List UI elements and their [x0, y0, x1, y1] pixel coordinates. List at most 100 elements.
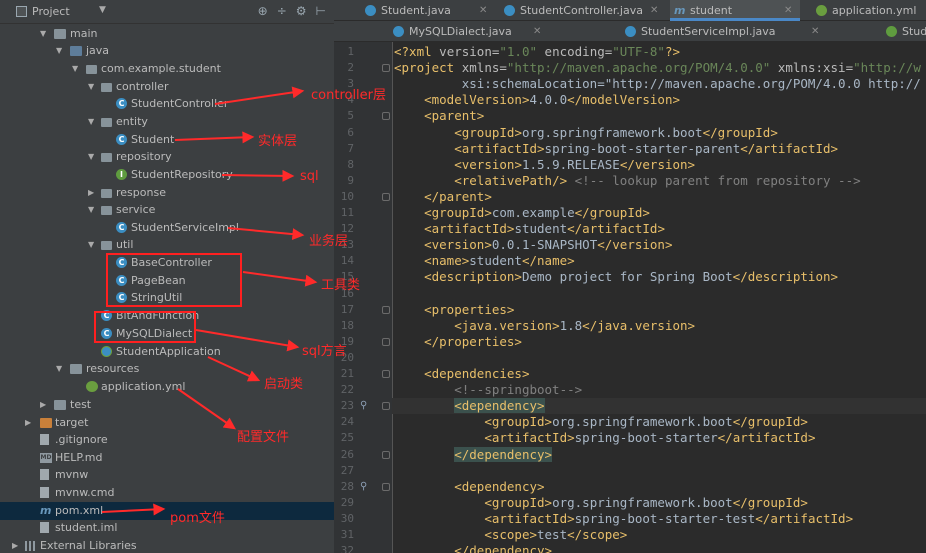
tree-item-student-iml[interactable]: student.iml	[0, 519, 334, 537]
expand-arrow-icon[interactable]: ▼	[40, 25, 46, 43]
code-editor[interactable]: <?xml version="1.0" encoding="UTF-8"?> <p…	[392, 42, 926, 553]
collapse-arrow-icon[interactable]: ▶	[88, 184, 94, 202]
fold-marker-icon[interactable]	[382, 337, 390, 346]
collapse-arrow-icon[interactable]: ▶	[25, 414, 31, 432]
code-line[interactable]: <groupId>org.springframework.boot</group…	[392, 495, 926, 511]
code-line[interactable]: <modelVersion>4.0.0</modelVersion>	[392, 92, 926, 108]
code-line[interactable]: <properties>	[392, 302, 926, 318]
tree-item-test[interactable]: ▶ test	[0, 396, 334, 414]
close-icon[interactable]: ✕	[784, 0, 792, 21]
divide-icon[interactable]: ÷	[277, 4, 287, 18]
tab-application-yml[interactable]: application.yml	[812, 0, 926, 21]
expand-arrow-icon[interactable]: ▼	[88, 148, 94, 166]
code-line[interactable]: <artifactId>student</artifactId>	[392, 221, 926, 237]
code-line[interactable]: <artifactId>spring-boot-starter</artifac…	[392, 430, 926, 446]
close-icon[interactable]: ✕	[650, 0, 658, 21]
collapse-arrow-icon[interactable]: ▶	[12, 537, 18, 553]
tab-student-service-impl-java[interactable]: StudentServiceImpl.java ✕	[621, 21, 821, 42]
close-icon[interactable]: ✕	[811, 21, 819, 42]
code-line[interactable]: <groupId>com.example</groupId>	[392, 205, 926, 221]
close-icon[interactable]: ✕	[533, 21, 541, 42]
yaml-icon	[816, 5, 827, 16]
code-line[interactable]: <dependency>	[392, 479, 926, 495]
code-line[interactable]: <?xml version="1.0" encoding="UTF-8"?>	[392, 44, 926, 60]
expand-arrow-icon[interactable]: ▼	[72, 60, 78, 78]
code-line[interactable]: <groupId>org.springframework.boot</group…	[392, 125, 926, 141]
tab-student-pom[interactable]: m student ✕	[670, 0, 800, 21]
code-line[interactable]	[392, 286, 926, 302]
code-line[interactable]: <description>Demo project for Spring Boo…	[392, 269, 926, 285]
fold-marker-icon[interactable]	[382, 112, 390, 121]
tree-item-service[interactable]: ▼ service	[0, 201, 334, 219]
code-line[interactable]: <version>0.0.1-SNAPSHOT</version>	[392, 237, 926, 253]
code-line[interactable]: <relativePath/> <!-- lookup parent from …	[392, 173, 926, 189]
code-line[interactable]: </properties>	[392, 334, 926, 350]
tree-item-util[interactable]: ▼ util	[0, 236, 334, 254]
expand-arrow-icon[interactable]: ▼	[88, 201, 94, 219]
code-line[interactable]: <name>student</name>	[392, 253, 926, 269]
code-line[interactable]: <project xmlns="http://maven.apache.org/…	[392, 60, 926, 76]
tab-stud[interactable]: Stud	[882, 21, 926, 42]
code-line[interactable]: </parent>	[392, 189, 926, 205]
tree-item-pom-xml[interactable]: m pom.xml	[0, 502, 334, 520]
project-view-selector[interactable]: Project	[32, 5, 70, 18]
gear-icon[interactable]: ⚙	[296, 4, 307, 18]
code-line[interactable]: <dependencies>	[392, 366, 926, 382]
tree-item-studentcontroller[interactable]: C StudentController	[0, 95, 334, 113]
hide-icon[interactable]: ⊢	[316, 4, 326, 18]
expand-arrow-icon[interactable]: ▼	[88, 78, 94, 96]
tree-item-com-example-student[interactable]: ▼ com.example.student	[0, 60, 334, 78]
class-icon	[625, 26, 636, 37]
tree-item-help-md[interactable]: MD HELP.md	[0, 449, 334, 467]
tree-item-studentapplication[interactable]: StudentApplication	[0, 343, 334, 361]
code-line[interactable]	[392, 463, 926, 479]
tree-item-java[interactable]: ▼ java	[0, 42, 334, 60]
code-line[interactable]: <groupId>org.springframework.boot</group…	[392, 414, 926, 430]
annotation-dialect: sql方言	[302, 344, 347, 359]
code-line[interactable]: <scope>test</scope>	[392, 527, 926, 543]
expand-arrow-icon[interactable]: ▼	[56, 42, 62, 60]
tree-item-entity[interactable]: ▼ entity	[0, 113, 334, 131]
tree-item-main[interactable]: ▼ main	[0, 25, 334, 43]
tab-mysql-dialect-java[interactable]: MySQLDialect.java ✕	[389, 21, 559, 42]
code-line[interactable]: <!--springboot-->	[392, 382, 926, 398]
tab-student-controller-java[interactable]: StudentController.java ✕	[500, 0, 670, 21]
collapse-arrow-icon[interactable]: ▶	[40, 396, 46, 414]
code-line[interactable]: <version>1.5.9.RELEASE</version>	[392, 157, 926, 173]
code-line-text: <groupId>org.springframework.boot</group…	[484, 414, 808, 430]
expand-arrow-icon[interactable]: ▼	[56, 360, 62, 378]
navigate-dependency-icon[interactable]: ⚲	[360, 401, 370, 411]
code-line[interactable]: <dependency>	[392, 398, 926, 415]
fold-marker-icon[interactable]	[382, 450, 390, 459]
fold-marker-icon[interactable]	[382, 402, 390, 411]
tree-item-repository[interactable]: ▼ repository	[0, 148, 334, 166]
fold-marker-icon[interactable]	[382, 305, 390, 314]
tree-item-external-libraries[interactable]: ▶ External Libraries	[0, 537, 334, 553]
dropdown-arrow-icon[interactable]: ▼	[99, 5, 106, 15]
expand-arrow-icon[interactable]: ▼	[88, 236, 94, 254]
tree-item-mvnw-cmd[interactable]: mvnw.cmd	[0, 484, 334, 502]
code-line[interactable]: xsi:schemaLocation="http://maven.apache.…	[392, 76, 926, 92]
navigate-dependency-icon[interactable]: ⚲	[360, 481, 370, 492]
code-line[interactable]: <java.version>1.8</java.version>	[392, 318, 926, 334]
code-line[interactable]: <artifactId>spring-boot-starter-test</ar…	[392, 511, 926, 527]
code-line[interactable]	[392, 350, 926, 366]
fold-marker-icon[interactable]	[382, 192, 390, 201]
code-line[interactable]: <artifactId>spring-boot-starter-parent</…	[392, 141, 926, 157]
tree-item-mvnw[interactable]: mvnw	[0, 466, 334, 484]
globe-icon[interactable]: ⊕	[258, 4, 268, 18]
fold-marker-icon[interactable]	[382, 370, 390, 378]
code-line[interactable]: </dependency>	[392, 543, 926, 553]
close-icon[interactable]: ✕	[479, 0, 487, 21]
interface-icon: I	[116, 169, 127, 180]
expand-arrow-icon[interactable]: ▼	[88, 113, 94, 131]
tree-item-controller[interactable]: ▼ controller	[0, 78, 334, 96]
tree-item-studentserviceimpl[interactable]: C StudentServiceImpl	[0, 219, 334, 237]
code-line[interactable]: <parent>	[392, 108, 926, 124]
fold-marker-icon[interactable]	[382, 64, 390, 73]
tree-item-response[interactable]: ▶ response	[0, 184, 334, 202]
fold-marker-icon[interactable]	[382, 482, 390, 491]
tab-student-java[interactable]: Student.java ✕	[361, 0, 501, 21]
tree-item-studentrepository[interactable]: I StudentRepository	[0, 166, 334, 184]
code-line[interactable]: </dependency>	[392, 446, 926, 463]
